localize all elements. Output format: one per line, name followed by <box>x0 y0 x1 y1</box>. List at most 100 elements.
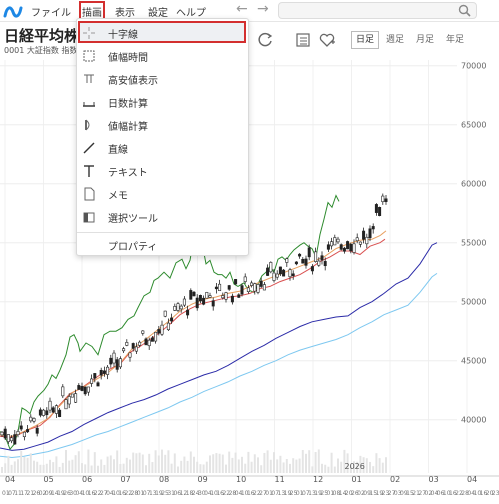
menu-item-label: 高安値表示 <box>108 76 158 87</box>
candle-body <box>186 309 190 316</box>
volume-bar <box>106 456 109 473</box>
volume-bar <box>173 453 176 473</box>
search-icon[interactable] <box>458 4 471 17</box>
candle-body <box>230 295 234 303</box>
menu-file[interactable]: ファイル <box>31 4 71 19</box>
volume-bar <box>234 452 237 473</box>
candle-body <box>42 409 46 416</box>
volume-bar <box>180 460 183 473</box>
menu-settings[interactable]: 設定 <box>148 4 168 19</box>
candle-body <box>131 343 135 349</box>
volume-bar <box>276 459 279 473</box>
candle-body <box>371 226 375 230</box>
candle-body <box>275 273 279 278</box>
x-axis-month-label: 09 <box>198 475 208 484</box>
candle-body <box>90 378 94 384</box>
candle-body <box>147 339 151 347</box>
candle-body <box>141 330 145 334</box>
candle-body <box>86 386 90 393</box>
menu-item-label: 十字線 <box>108 30 138 41</box>
list-icon[interactable] <box>294 32 312 48</box>
volume-bar <box>97 465 99 473</box>
tab-daily[interactable]: 日足 <box>351 31 379 49</box>
search-input[interactable] <box>278 2 477 19</box>
volume-bar <box>295 459 298 473</box>
candle-body <box>368 228 372 239</box>
candle-body <box>10 437 14 442</box>
line-icon <box>83 142 95 154</box>
range-calc-icon <box>85 119 90 131</box>
volume-bar <box>269 459 272 473</box>
refresh-icon[interactable] <box>257 32 275 48</box>
candle-body <box>378 207 382 216</box>
x-axis-month-label: 02 <box>390 475 400 484</box>
stock-chart[interactable]: 70000 65000 60000 55000 50000 45000 40000 04 05 0… <box>0 55 499 504</box>
menu-item-text[interactable]: テキスト <box>77 160 248 182</box>
candle-body <box>330 241 334 247</box>
candle-body <box>22 431 26 438</box>
volume-bar <box>45 463 48 473</box>
tab-yearly[interactable]: 年足 <box>441 31 469 49</box>
volume-bar <box>250 461 253 473</box>
menu-item-properties[interactable]: プロパティ <box>77 234 248 256</box>
y-axis-tick-label: 40000 <box>461 416 486 425</box>
high-low-icon <box>84 74 94 83</box>
candle-body <box>32 418 36 422</box>
candle-body <box>291 273 295 276</box>
candle-body <box>301 258 305 264</box>
candle-body <box>70 393 74 398</box>
menu-help[interactable]: ヘルプ <box>176 4 206 19</box>
candle-body <box>234 279 238 285</box>
volume-bar <box>129 459 131 473</box>
candle-body <box>198 295 202 302</box>
candle-body <box>282 269 286 277</box>
volume-bar <box>113 459 115 473</box>
favorite-add-icon[interactable] <box>318 32 336 48</box>
menu-item-day-count[interactable]: 日数計算 <box>77 91 248 113</box>
menu-item-select-tool[interactable]: 選択ツール <box>77 206 248 228</box>
menu-item-memo[interactable]: メモ <box>77 183 248 205</box>
forward-arrow-icon[interactable]: → <box>257 1 269 17</box>
volume-bar <box>241 456 243 473</box>
candle-body <box>214 286 218 290</box>
back-arrow-icon[interactable]: ← <box>236 1 248 17</box>
menu-item-high-low[interactable]: 高安値表示 <box>77 68 248 90</box>
volume-bar <box>157 455 160 473</box>
menu-item-crosshair[interactable]: 十字線 <box>77 22 248 44</box>
range-time-icon <box>83 50 95 62</box>
volume-bar <box>314 452 317 473</box>
y-axis-tick-label: 60000 <box>461 180 486 189</box>
volume-bar <box>365 458 368 473</box>
volume-bar <box>39 464 42 473</box>
volume-bar <box>199 464 202 473</box>
tab-monthly[interactable]: 月足 <box>411 31 439 49</box>
candle-body <box>99 369 103 376</box>
menu-item-range-time[interactable]: 値幅時間 <box>77 45 248 67</box>
candle-body <box>134 346 138 352</box>
candle-body <box>349 243 353 252</box>
menu-item-label: 日数計算 <box>108 99 148 110</box>
volume-bar <box>289 463 291 473</box>
volume-bar <box>189 451 192 473</box>
candle-body <box>80 386 84 391</box>
candle-body <box>13 434 17 445</box>
candle-body <box>326 244 330 250</box>
menu-view[interactable]: 表示 <box>115 4 135 19</box>
candle-body <box>381 195 385 203</box>
volume-bar <box>49 459 51 473</box>
candle-body <box>3 428 7 439</box>
tab-weekly[interactable]: 週足 <box>381 31 409 49</box>
menu-item-line[interactable]: 直線 <box>77 137 248 159</box>
volume-bar <box>218 453 221 473</box>
candle-body <box>202 297 206 305</box>
volume-bar <box>125 457 128 473</box>
candle-body <box>144 338 148 346</box>
volume-bar <box>13 461 16 473</box>
y-axis-tick-label: 65000 <box>461 121 486 130</box>
volume-bar <box>77 451 80 473</box>
menu-item-range-calc[interactable]: 値幅計算 <box>77 114 248 136</box>
volume-bar <box>321 463 323 473</box>
menu-draw[interactable]: 描画 <box>79 1 105 22</box>
candle-body <box>262 284 266 291</box>
candle-body <box>166 322 170 331</box>
